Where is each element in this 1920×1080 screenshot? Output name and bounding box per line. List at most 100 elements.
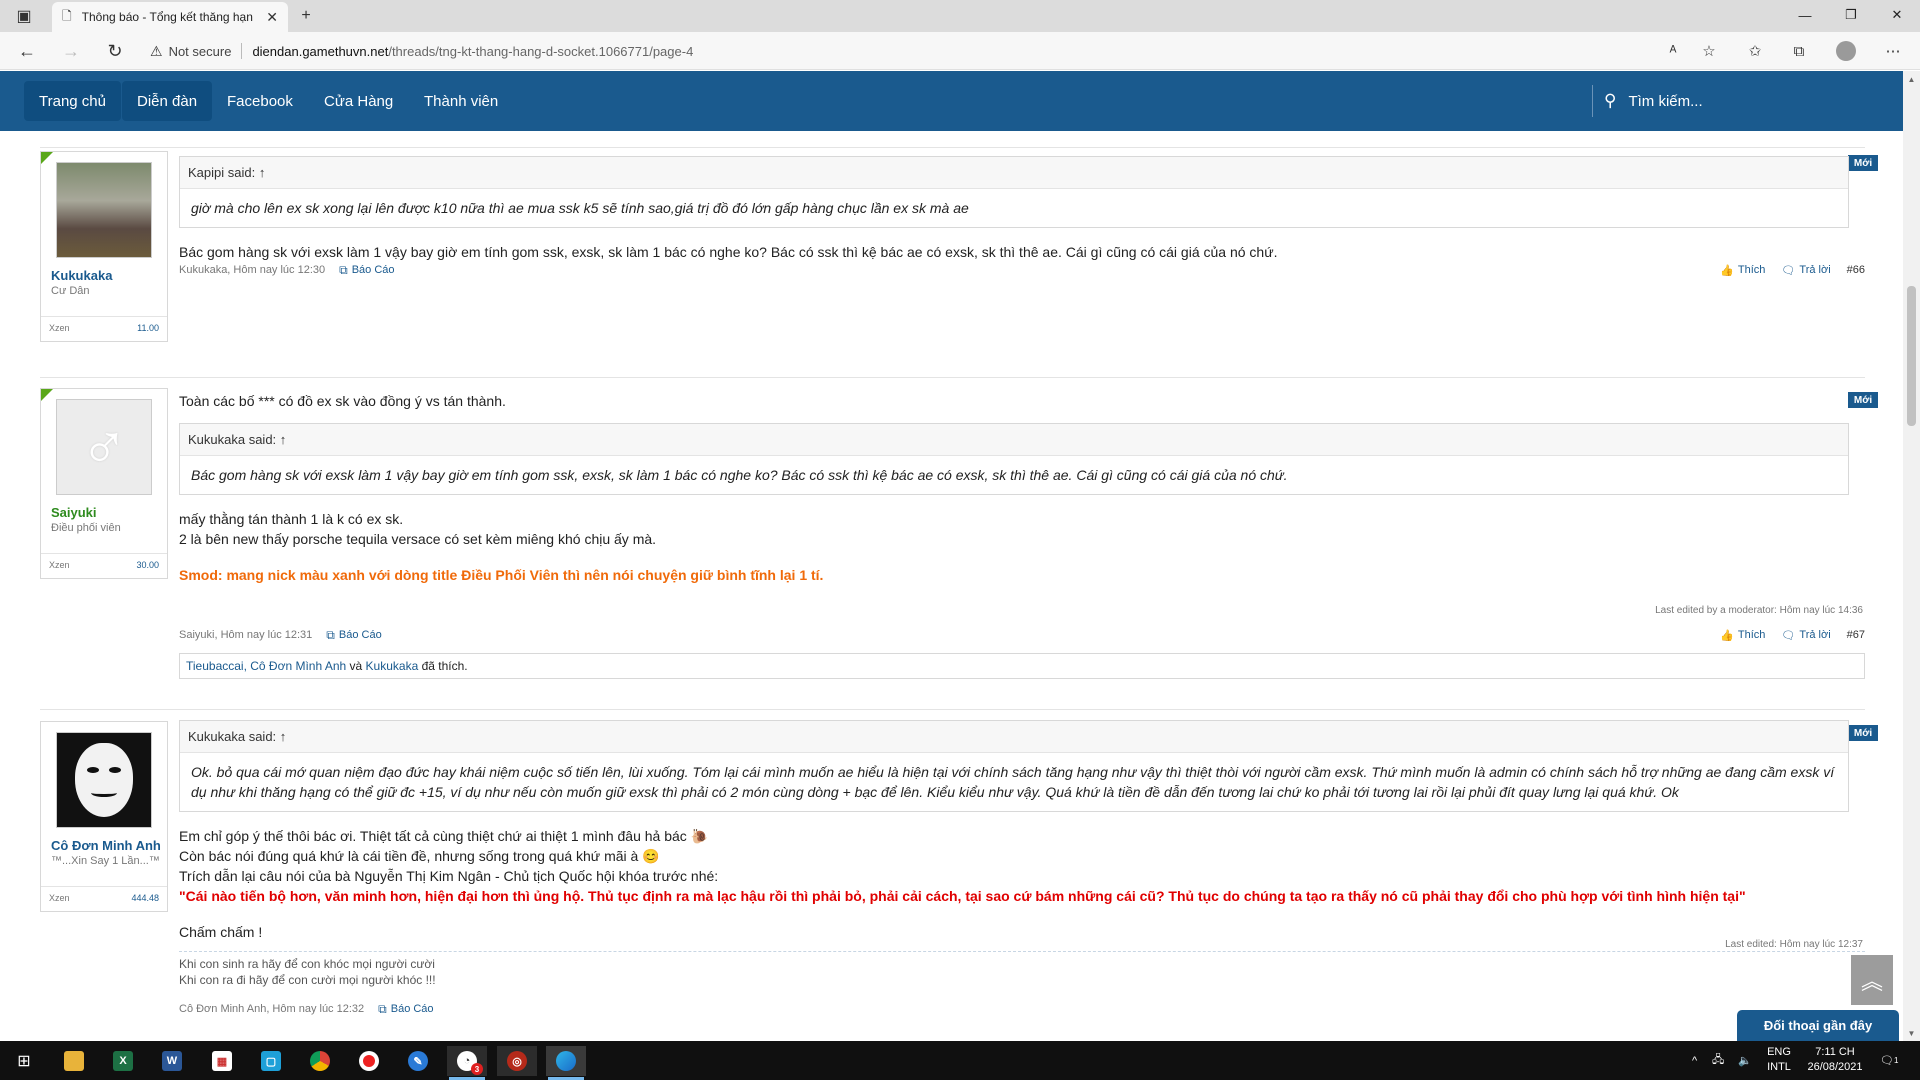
notification-icon[interactable]: 🗨 1 (1880, 1041, 1898, 1080)
post-text-line: Còn bác nói đúng quá khứ là cái tiền đề,… (179, 848, 639, 864)
app-icon[interactable]: ▦ (202, 1046, 242, 1076)
author-time[interactable]: Saiyuki, Hôm nay lúc 12:31 (179, 629, 312, 641)
moderator-note: Smod: mang nick màu xanh với dòng title … (179, 567, 824, 583)
username[interactable]: Saiyuki (51, 505, 167, 520)
tab-actions-icon[interactable]: ▣ (10, 4, 38, 28)
username[interactable]: Kukukaka (51, 268, 167, 283)
forward-icon[interactable]: → (58, 39, 84, 63)
scroll-down-icon[interactable]: ▼ (1903, 1025, 1920, 1041)
quote-author[interactable]: Kukukaka said: ↑ (180, 424, 1848, 456)
reply-button[interactable]: 🗨 Trả lời (1781, 264, 1830, 277)
like-button[interactable]: 👍 Thích (1720, 264, 1765, 277)
liker-links[interactable]: Tieubaccai, Cô Đơn Mình Anh (186, 659, 346, 673)
edited-note: Last edited by a moderator: Hôm nay lúc … (1655, 605, 1863, 616)
report-link[interactable]: ⧉ Báo Cáo (378, 1002, 433, 1017)
xzen-value: 444.48 (131, 893, 159, 903)
message-body: Toàn các bố *** có đồ ex sk vào đồng ý v… (179, 391, 1849, 583)
word-icon[interactable]: W (152, 1046, 192, 1076)
author-time[interactable]: Kukukaka, Hôm nay lúc 12:30 (179, 264, 325, 276)
thumbs-up-icon: 👍 (1720, 264, 1734, 277)
url-host: diendan.gamethuvn.net (252, 43, 389, 59)
browser-tab[interactable]: 🗋 Thông báo - Tổng kết thăng hạn ✕ (52, 2, 288, 32)
network-icon[interactable]: 🖧 (1712, 1041, 1724, 1080)
username[interactable]: Cô Đơn Minh Anh (51, 838, 167, 853)
edited-note: Last edited: Hôm nay lúc 12:37 (1725, 939, 1863, 950)
post-intro: Toàn các bố *** có đồ ex sk vào đồng ý v… (179, 393, 506, 409)
read-aloud-icon[interactable]: ᴬ (1660, 39, 1686, 63)
recent-conversations-button[interactable]: Đối thoại gần đây (1737, 1010, 1899, 1041)
scroll-up-icon[interactable]: ▲ (1903, 71, 1920, 87)
signature: Khi con sinh ra hãy để con khóc mọi ngườ… (179, 951, 1865, 988)
scroll-thumb[interactable] (1907, 286, 1916, 426)
messenger-icon[interactable]: ◔ 3 (447, 1046, 487, 1076)
show-hidden-icons[interactable]: ^ (1692, 1041, 1697, 1080)
reply-button[interactable]: 🗨 Trả lời (1781, 629, 1830, 642)
smile-emoticon-icon: 😊 (642, 848, 660, 864)
liker-link[interactable]: Kukukaka (366, 659, 419, 673)
quote-author[interactable]: Kapipi said: ↑ (180, 157, 1848, 189)
edge-icon[interactable] (546, 1046, 586, 1076)
url-field[interactable]: ⚠ Not secure diendan.gamethuvn.net/threa… (150, 39, 1700, 63)
user-card: Kukukaka Cư Dân Xzen 11.00 (40, 151, 168, 342)
thumbs-up-icon: 👍 (1720, 629, 1734, 642)
page-scrollbar[interactable]: ▲ ▼ (1903, 71, 1920, 1041)
report-link[interactable]: ⧉ Báo Cáo (326, 628, 381, 643)
new-badge: Mới (1848, 155, 1878, 171)
quote-block: Kukukaka said: ↑ Bác gom hàng sk với exs… (179, 423, 1849, 495)
window-close-icon[interactable]: ✕ (1874, 0, 1920, 30)
report-icon: ⧉ (378, 1001, 387, 1016)
add-favorite-icon[interactable]: ☆ (1696, 39, 1722, 63)
nav-trang-chu[interactable]: Trang chủ (24, 81, 121, 121)
message-body: Kukukaka said: ↑ Ok. bỏ qua cái mớ quan … (179, 720, 1849, 942)
quote-author[interactable]: Kukukaka said: ↑ (180, 721, 1848, 753)
author-time[interactable]: Cô Đơn Minh Anh, Hôm nay lúc 12:32 (179, 1003, 364, 1015)
likes-summary: Tieubaccai, Cô Đơn Mình Anh và Kukukaka … (179, 653, 1865, 679)
post-text-line: Em chỉ góp ý thế thôi bác ơi. Thiệt tất … (179, 828, 687, 844)
post-text-line: mấy thằng tán thành 1 là k có ex sk. (179, 511, 404, 527)
date: 26/08/2021 (1807, 1061, 1863, 1073)
mask-avatar[interactable] (56, 732, 152, 828)
restore-icon[interactable]: ❐ (1828, 0, 1874, 30)
avatar[interactable] (56, 162, 152, 258)
nav-thanh-vien[interactable]: Thành viên (409, 81, 513, 121)
more-menu-icon[interactable]: ⋯ (1880, 39, 1906, 63)
xzen-value: 11.00 (137, 323, 159, 333)
file-explorer-icon[interactable] (54, 1046, 94, 1076)
record-icon[interactable] (349, 1046, 389, 1076)
game-icon[interactable]: ◎ (497, 1046, 537, 1076)
xzen-label: Xzen (49, 893, 70, 903)
reply-icon: 🗨 (1781, 264, 1796, 277)
chat-app-icon[interactable]: ✎ (398, 1046, 438, 1076)
profile-icon[interactable] (1833, 39, 1859, 63)
report-link[interactable]: ⧉ Báo Cáo (339, 263, 394, 278)
minimize-icon[interactable]: — (1782, 0, 1828, 30)
chrome-icon[interactable] (300, 1046, 340, 1076)
scroll-to-top-button[interactable]: ︽ (1851, 955, 1893, 1005)
volume-icon[interactable]: 🔈 (1738, 1041, 1752, 1080)
app-window-icon[interactable]: ▢ (251, 1046, 291, 1076)
close-tab-icon[interactable]: ✕ (266, 9, 278, 26)
nav-facebook[interactable]: Facebook (212, 81, 308, 121)
post-number[interactable]: #66 (1847, 264, 1865, 276)
collections-icon[interactable]: ⧉ (1786, 39, 1812, 63)
quote-block: Kukukaka said: ↑ Ok. bỏ qua cái mớ quan … (179, 720, 1849, 812)
user-card: Cô Đơn Minh Anh ™...Xin Say 1 Lần...™ Xz… (40, 721, 168, 912)
browser-tab-bar: ▣ 🗋 Thông báo - Tổng kết thăng hạn ✕ + —… (0, 0, 1920, 32)
nav-dien-dan[interactable]: Diễn đàn (122, 81, 213, 121)
refresh-icon[interactable]: ↻ (102, 39, 128, 63)
address-bar-row: ← → ↻ ⚠ Not secure diendan.gamethuvn.net… (0, 32, 1920, 70)
favorites-icon[interactable]: ✩ (1742, 39, 1768, 63)
new-badge: Mới (1848, 392, 1878, 408)
back-icon[interactable]: ← (14, 39, 40, 63)
report-icon: ⧉ (326, 627, 335, 642)
windows-start-icon[interactable]: ⊞ (4, 1046, 44, 1076)
new-tab-icon[interactable]: + (292, 4, 320, 28)
default-male-avatar-icon[interactable]: ♂ (56, 399, 152, 495)
nav-cua-hang[interactable]: Cửa Hàng (309, 81, 408, 121)
search-button[interactable]: ⚲ Tìm kiếm... (1604, 81, 1703, 121)
clock[interactable]: 7:11 CH 26/08/2021 (1795, 1045, 1875, 1075)
excel-icon[interactable]: X (103, 1046, 143, 1076)
post-number[interactable]: #67 (1847, 629, 1865, 641)
language-indicator[interactable]: ENG INTL (1764, 1045, 1794, 1075)
like-button[interactable]: 👍 Thích (1720, 629, 1765, 642)
